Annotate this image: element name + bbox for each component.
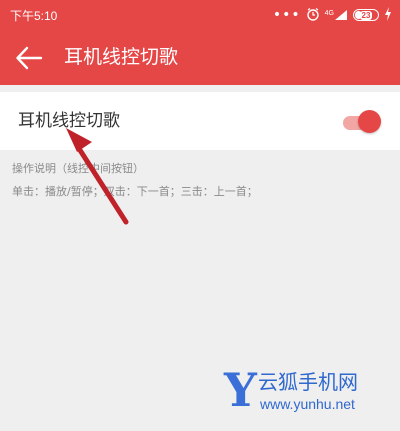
status-time: 下午5:10	[10, 9, 58, 23]
battery-icon: 23	[353, 9, 379, 21]
instructions-body: 单击：播放/暂停；双击：下一首；三击：上一首；	[12, 185, 258, 198]
screen: 下午5:10 ••• 4G 23 耳机线控切歌 耳机线控切歌 操作说明（线控中间…	[0, 0, 400, 431]
toggle-thumb	[358, 110, 381, 133]
headset-control-toggle[interactable]	[341, 110, 381, 133]
instructions-title: 操作说明（线控中间按钮）	[12, 162, 144, 175]
signal-label: 4G	[324, 10, 334, 17]
watermark-logo: Y	[224, 363, 257, 417]
battery-level: 23	[359, 10, 373, 20]
app-bar: 耳机线控切歌	[0, 30, 400, 85]
setting-row-headset-control[interactable]: 耳机线控切歌	[0, 92, 400, 150]
signal-icon: 4G	[325, 9, 348, 21]
setting-label: 耳机线控切歌	[18, 111, 120, 131]
page-title: 耳机线控切歌	[64, 46, 179, 68]
watermark-name: 云狐手机网	[258, 370, 358, 394]
arrow-left-icon	[16, 46, 43, 70]
back-button[interactable]	[14, 44, 44, 72]
watermark-url: www.yunhu.net	[260, 396, 355, 412]
charging-icon	[384, 6, 392, 25]
status-bar: 下午5:10 ••• 4G 23	[0, 0, 400, 30]
alarm-icon	[306, 6, 320, 25]
more-dots-icon: •••	[272, 7, 301, 23]
status-icons: ••• 4G 23	[273, 6, 392, 24]
watermark: Y 云狐手机网 www.yunhu.net	[224, 364, 394, 418]
